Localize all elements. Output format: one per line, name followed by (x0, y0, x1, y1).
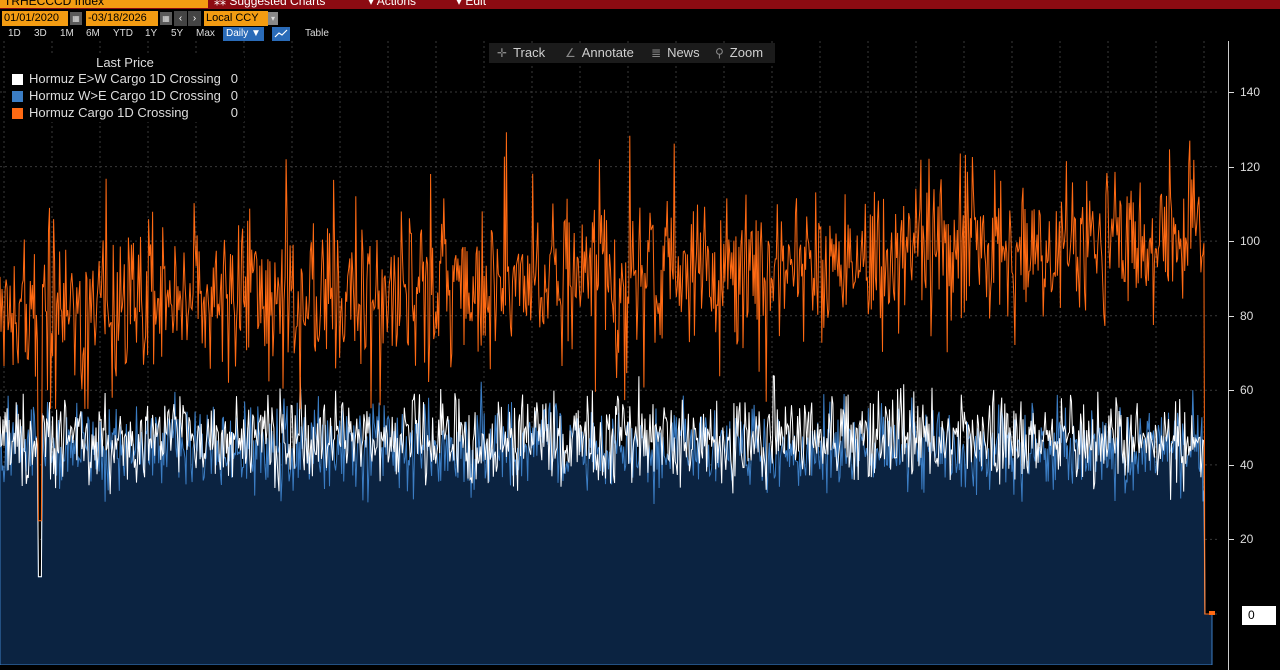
chevron-right-icon[interactable]: › (188, 11, 201, 26)
news-button[interactable]: ≣ News (651, 43, 700, 63)
interval-select[interactable]: Daily ▼ (223, 27, 264, 41)
legend: Last Price Hormuz E>W Cargo 1D Crossing … (6, 54, 244, 122)
legend-swatch (12, 74, 23, 85)
period-5y[interactable]: 5Y (171, 27, 183, 41)
legend-series-value: 0 (230, 105, 238, 120)
track-button[interactable]: ✛ Track (497, 43, 545, 63)
legend-swatch (12, 91, 23, 102)
chart-icon: ⁂ (214, 0, 230, 8)
pencil-icon: ∠ (565, 46, 576, 60)
period-1d[interactable]: 1D (8, 27, 21, 41)
ticker-field[interactable]: TRHECCCD Index (0, 0, 208, 8)
zoom-button[interactable]: ⚲ Zoom (715, 43, 763, 63)
legend-swatch (12, 108, 23, 119)
y-tick-label: 120 (1240, 159, 1261, 174)
line-chart-icon[interactable] (272, 27, 290, 41)
dropdown-icon: ▾ (368, 0, 377, 8)
chevron-left-icon[interactable]: ‹ (174, 11, 187, 26)
start-date-input[interactable]: 01/01/2020 (2, 11, 68, 26)
end-date-value: 03/18/2026 (91, 12, 147, 24)
legend-title: Last Price (96, 55, 154, 70)
last-value-tag: 0 (1242, 606, 1276, 625)
calendar-icon[interactable]: ▦ (160, 12, 172, 25)
legend-item[interactable]: Hormuz Cargo 1D Crossing 0 (12, 105, 244, 121)
y-tick-label: 140 (1240, 85, 1261, 99)
last-point-marker (1209, 611, 1215, 615)
end-date-input[interactable]: -03/18/2026 (86, 11, 158, 26)
annotate-button[interactable]: ∠ Annotate (565, 43, 634, 63)
actions-button[interactable]: ▾ Actions (368, 0, 416, 8)
y-axis-line (1228, 41, 1229, 670)
y-tick-label: 20 (1240, 532, 1254, 547)
currency-select[interactable]: Local CCY (204, 11, 268, 26)
y-tick-label: 60 (1240, 383, 1254, 398)
crosshair-icon: ✛ (497, 46, 508, 60)
legend-item[interactable]: Hormuz E>W Cargo 1D Crossing 0 (12, 71, 244, 87)
period-ytd[interactable]: YTD (113, 27, 133, 41)
price-chart (0, 41, 1218, 665)
news-icon: ≣ (651, 46, 662, 60)
y-tick-label: 100 (1240, 234, 1261, 249)
y-tick-label: 80 (1240, 308, 1254, 323)
calendar-icon[interactable]: ▦ (70, 12, 82, 25)
legend-series-name: Hormuz E>W Cargo 1D Crossing (29, 71, 221, 86)
plot-area[interactable] (0, 41, 1218, 665)
date-range-row: 01/01/2020 ▦ -03/18/2026 ▦ ‹ › Local CCY… (0, 11, 1280, 26)
period-3d[interactable]: 3D (34, 27, 47, 41)
legend-item[interactable]: Hormuz W>E Cargo 1D Crossing 0 (12, 88, 244, 104)
period-max[interactable]: Max (196, 27, 215, 41)
legend-series-value: 0 (230, 71, 238, 86)
series-layer (0, 132, 1215, 665)
period-1y[interactable]: 1Y (145, 27, 157, 41)
magnifier-icon: ⚲ (715, 46, 724, 60)
period-6m[interactable]: 6M (86, 27, 100, 41)
period-selector: 1D 3D 1M 6M YTD 1Y 5Y Max Daily ▼ Table (0, 27, 1280, 41)
edit-button[interactable]: ▾ Edit (456, 0, 486, 8)
legend-series-name: Hormuz Cargo 1D Crossing (29, 105, 189, 120)
table-button[interactable]: Table (305, 27, 329, 41)
legend-series-value: 0 (230, 88, 238, 103)
suggested-charts-button[interactable]: ⁂ Suggested Charts (214, 0, 325, 8)
y-axis: 20 40 60 80 100 120 140 (1218, 41, 1280, 670)
dropdown-icon: ▾ (456, 0, 466, 8)
period-1m[interactable]: 1M (60, 27, 74, 41)
chart-toolbar: ✛ Track ∠ Annotate ≣ News ⚲ Zoom (489, 43, 775, 63)
chevron-down-icon[interactable]: ▾ (268, 12, 278, 25)
y-tick-label: 40 (1240, 457, 1254, 472)
top-menu-bar: TRHECCCD Index ⁂ Suggested Charts ▾ Acti… (0, 0, 1280, 9)
legend-series-name: Hormuz W>E Cargo 1D Crossing (29, 88, 221, 103)
